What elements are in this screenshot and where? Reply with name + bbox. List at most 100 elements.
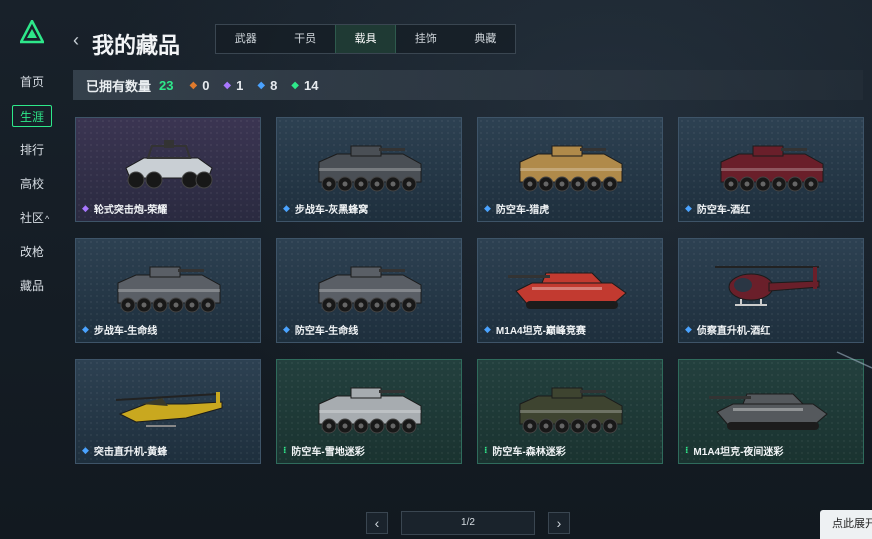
rarity-stat: ◆ 14 [291, 78, 318, 93]
vehicle-image [115, 392, 223, 427]
chevron-up-icon: ^ [45, 214, 50, 224]
tab-3[interactable]: 挂饰 [396, 25, 455, 53]
tab-2[interactable]: 载具 [334, 25, 397, 53]
rarity-blue-icon: ◆ [82, 445, 89, 455]
vehicle-image [519, 145, 623, 192]
rarity-purple-icon: ◆ [82, 203, 89, 213]
sidebar-item-6[interactable]: 藏品 [12, 275, 56, 297]
diamond-green-icon: ◆ [291, 79, 299, 91]
rarity-blue-icon: ◆ [484, 324, 491, 334]
category-tabs: 武器 干员 载具 挂饰 典藏 [215, 24, 516, 54]
vehicle-image [508, 272, 627, 309]
vehicle-name: 侦察直升机-酒红 [696, 326, 771, 337]
rarity-blue-icon: ◆ [283, 324, 290, 334]
vehicle-name: 轮式突击炮-荣耀 [93, 205, 168, 216]
rarity-blue-icon: ◆ [283, 203, 290, 213]
tab-0[interactable]: 武器 [216, 25, 275, 53]
rarity-count: 8 [270, 77, 278, 93]
tab-1[interactable]: 干员 [275, 25, 334, 53]
collection-card[interactable]: ◆ 步战车-生命线 [75, 238, 261, 343]
sidebar-item-5[interactable]: 改枪 [12, 241, 56, 263]
vehicle-image [125, 140, 213, 189]
page-indicator: 1/2 [401, 511, 535, 535]
collection-card[interactable]: ⁝ 防空车-森林迷彩 [477, 359, 663, 464]
sidebar-item-label: 高校 [20, 177, 45, 191]
vehicle-image [318, 266, 422, 313]
sidebar-item-2[interactable]: 排行 [12, 139, 56, 161]
rarity-stat: ◆ 8 [257, 78, 277, 93]
owned-count-total: 23 [159, 77, 174, 93]
next-page-button[interactable]: › [548, 512, 570, 534]
rarity-blue-icon: ◆ [82, 324, 89, 334]
collection-card[interactable]: ◆ M1A4坦克-巅峰竞赛 [477, 238, 663, 343]
sidebar-item-label: 首页 [20, 75, 45, 89]
rarity-stat: ◆ 0 [189, 78, 209, 93]
sidebar-item-3[interactable]: 高校 [12, 173, 56, 195]
collection-card[interactable]: ⁝ M1A4坦克-夜间迷彩 [678, 359, 864, 464]
tab-4[interactable]: 典藏 [456, 25, 515, 53]
rarity-stat: ◆ 1 [223, 78, 243, 93]
vehicle-image [709, 393, 828, 430]
sidebar-item-label: 排行 [20, 143, 45, 157]
rarity-blue-icon: ◆ [685, 324, 692, 334]
back-chevron-icon[interactable]: ‹ [73, 30, 79, 51]
collection-card[interactable]: ◆ 轮式突击炮-荣耀 [75, 117, 261, 222]
card-label: ◆ M1A4坦克-巅峰竞赛 [484, 322, 586, 337]
vehicle-name: M1A4坦克-夜间迷彩 [693, 447, 784, 458]
vehicle-name: 防空车-酒红 [696, 205, 751, 216]
vehicle-name: 防空车-生命线 [294, 326, 359, 337]
sidebar-item-label: 生涯 [20, 110, 45, 124]
vehicle-image [318, 387, 422, 434]
sidebar-item-4[interactable]: 社区^ [12, 207, 56, 229]
decorative-streak [836, 351, 872, 369]
card-label: ◆ 步战车-灰黑蜂窝 [283, 201, 368, 216]
rarity-blue-icon: ◆ [484, 203, 491, 213]
owned-count-label: 已拥有数量 [86, 78, 152, 94]
collection-card[interactable]: ◆ 防空车-生命线 [276, 238, 462, 343]
sidebar-item-label: 社区 [20, 211, 45, 225]
rarity-green-icon: ⁝ [484, 445, 488, 455]
sidebar: 首页生涯排行高校社区^ 改枪藏品 [0, 0, 64, 539]
collection-card[interactable]: ◆ 防空车-酒红 [678, 117, 864, 222]
sidebar-item-label: 改枪 [20, 245, 45, 259]
card-label: ◆ 防空车-生命线 [283, 322, 358, 337]
vehicle-image [117, 266, 221, 313]
rarity-green-icon: ⁝ [283, 445, 287, 455]
sidebar-item-0[interactable]: 首页 [12, 71, 56, 93]
expand-tip-button[interactable]: 点此展开 [820, 510, 872, 539]
diamond-orange-icon: ◆ [189, 79, 198, 91]
rarity-count: 0 [202, 77, 210, 93]
vehicle-name: M1A4坦克-巅峰竞赛 [495, 326, 586, 337]
card-label: ◆ 防空车-酒红 [685, 201, 750, 216]
rarity-count: 1 [236, 77, 244, 93]
rarity-blue-icon: ◆ [685, 203, 692, 213]
sidebar-item-1[interactable]: 生涯 [12, 105, 52, 127]
card-label: ⁝ 防空车-雪地迷彩 [283, 443, 365, 458]
vehicle-image [715, 266, 820, 306]
collection-card[interactable]: ◆ 突击直升机-黄蜂 [75, 359, 261, 464]
sidebar-item-label: 藏品 [20, 279, 45, 293]
app-logo-icon[interactable] [20, 20, 44, 44]
vehicle-name: 步战车-灰黑蜂窝 [294, 205, 369, 216]
card-label: ◆ 轮式突击炮-荣耀 [82, 201, 167, 216]
vehicle-image [318, 145, 422, 192]
collection-card[interactable]: ◆ 步战车-灰黑蜂窝 [276, 117, 462, 222]
diamond-blue-icon: ◆ [257, 79, 266, 91]
vehicle-name: 突击直升机-黄蜂 [93, 447, 168, 458]
vehicle-name: 防空车-雪地迷彩 [291, 447, 365, 458]
vehicle-image [720, 145, 824, 192]
card-label: ◆ 防空车-猎虎 [484, 201, 549, 216]
rarity-green-icon: ⁝ [685, 445, 689, 455]
page-title: 我的藏品 [92, 33, 181, 58]
vehicle-name: 步战车-生命线 [93, 326, 158, 337]
collection-grid: ◆ 轮式突击炮-荣耀 ◆ 步战车-灰黑蜂窝 ◆ 防空车-猎虎 ◆ 防空车-酒红 ◆ 步战车… [75, 117, 865, 464]
card-label: ◆ 侦察直升机-酒红 [685, 322, 770, 337]
diamond-purple-icon: ◆ [223, 79, 232, 91]
collection-card[interactable]: ⁝ 防空车-雪地迷彩 [276, 359, 462, 464]
prev-page-button[interactable]: ‹ [366, 512, 388, 534]
collection-card[interactable]: ◆ 侦察直升机-酒红 [678, 238, 864, 343]
collection-card[interactable]: ◆ 防空车-猎虎 [477, 117, 663, 222]
card-label: ◆ 步战车-生命线 [82, 322, 157, 337]
rarity-count: 14 [304, 77, 319, 93]
card-label: ⁝ 防空车-森林迷彩 [484, 443, 566, 458]
